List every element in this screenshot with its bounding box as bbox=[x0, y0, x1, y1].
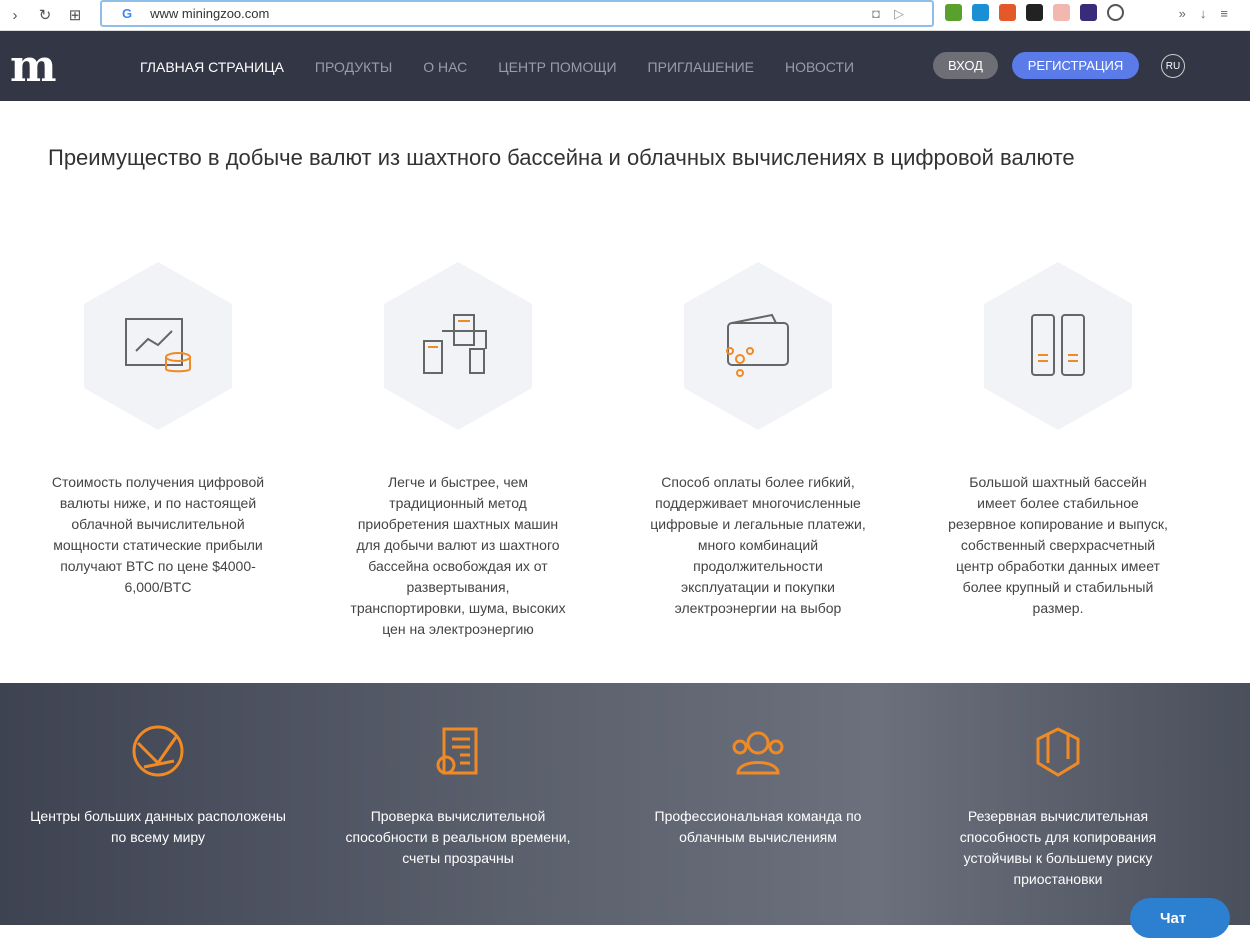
nav-invite[interactable]: ПРИГЛАШЕНИЕ bbox=[648, 59, 754, 75]
advantage-item: Центры больших данных расположены по все… bbox=[28, 723, 288, 848]
clipboard-clock-icon bbox=[436, 727, 478, 775]
advantage-item: Профессиональная команда по облачным выч… bbox=[628, 723, 888, 848]
main-menu: ГЛАВНАЯ СТРАНИЦА ПРОДУКТЫ О НАС ЦЕНТР ПО… bbox=[140, 59, 854, 75]
nav-products[interactable]: ПРОДУКТЫ bbox=[315, 59, 392, 75]
feature-card: Легче и быстрее, чем традиционный метод … bbox=[308, 262, 608, 640]
feature-card: Стоимость получения цифровой валюты ниже… bbox=[8, 262, 308, 598]
extension-icon[interactable] bbox=[1107, 4, 1124, 21]
advantages-section: Центры больших данных расположены по все… bbox=[0, 683, 1250, 925]
chart-coins-icon bbox=[84, 262, 232, 430]
feature-text: Способ оплаты более гибкий, поддерживает… bbox=[650, 474, 866, 616]
extension-icon[interactable] bbox=[1026, 4, 1043, 21]
extension-icon[interactable] bbox=[1080, 4, 1097, 21]
nav-help[interactable]: ЦЕНТР ПОМОЩИ bbox=[498, 59, 616, 75]
boxes-icon bbox=[1036, 727, 1080, 777]
address-bar[interactable]: Gwww miningzoo.com ◘▷ bbox=[100, 0, 934, 27]
extension-icon[interactable] bbox=[999, 4, 1016, 21]
url-text: www miningzoo.com bbox=[150, 6, 270, 21]
advantage-text: Резервная вычислительная способность для… bbox=[959, 808, 1157, 887]
extension-icon[interactable] bbox=[1053, 4, 1070, 21]
forward-icon[interactable]: › bbox=[0, 7, 30, 24]
chat-button[interactable]: Чат bbox=[1130, 898, 1230, 938]
advantage-text: Центры больших данных расположены по все… bbox=[30, 808, 286, 845]
feature-card: Большой шахтный бассейн имеет более стаб… bbox=[908, 262, 1208, 619]
advantage-item: Проверка вычислительной способности в ре… bbox=[328, 723, 588, 869]
camera-send-icons[interactable]: ◘▷ bbox=[872, 6, 918, 22]
extension-icon[interactable] bbox=[945, 4, 962, 21]
extension-icon[interactable] bbox=[972, 4, 989, 21]
globe-network-icon bbox=[132, 725, 184, 777]
nav-about[interactable]: О НАС bbox=[423, 59, 467, 75]
nav-news[interactable]: НОВОСТИ bbox=[785, 59, 854, 75]
reload-icon[interactable]: ↻ bbox=[30, 6, 60, 24]
menu-icons[interactable]: »↓≡ bbox=[1179, 6, 1242, 21]
feature-text: Стоимость получения цифровой валюты ниже… bbox=[51, 474, 265, 595]
register-button[interactable]: РЕГИСТРАЦИЯ bbox=[1012, 52, 1139, 79]
logo[interactable]: m bbox=[10, 45, 57, 89]
browser-toolbar: › ↻ ⊞ Gwww miningzoo.com ◘▷ »↓≡ bbox=[0, 0, 1250, 31]
team-icon bbox=[732, 731, 784, 775]
feature-text: Большой шахтный бассейн имеет более стаб… bbox=[948, 474, 1168, 616]
nav-home[interactable]: ГЛАВНАЯ СТРАНИЦА bbox=[140, 59, 284, 75]
apps-icon[interactable]: ⊞ bbox=[60, 6, 90, 24]
page-headline: Преимущество в добыче валют из шахтного … bbox=[48, 145, 1075, 170]
servers-icon bbox=[984, 262, 1132, 430]
login-button[interactable]: ВХОД bbox=[933, 52, 998, 79]
advantage-text: Профессиональная команда по облачным выч… bbox=[654, 808, 862, 845]
advantage-text: Проверка вычислительной способности в ре… bbox=[345, 808, 571, 866]
language-selector[interactable]: RU bbox=[1161, 54, 1185, 78]
advantage-item: Резервная вычислительная способность для… bbox=[928, 723, 1188, 890]
feature-text: Легче и быстрее, чем традиционный метод … bbox=[350, 474, 566, 637]
feature-card: Способ оплаты более гибкий, поддерживает… bbox=[608, 262, 908, 619]
chat-label: Чат bbox=[1160, 910, 1187, 927]
extensions bbox=[945, 4, 1124, 21]
google-icon: G bbox=[122, 6, 133, 21]
wallet-icon bbox=[684, 262, 832, 430]
devices-icon bbox=[384, 262, 532, 430]
